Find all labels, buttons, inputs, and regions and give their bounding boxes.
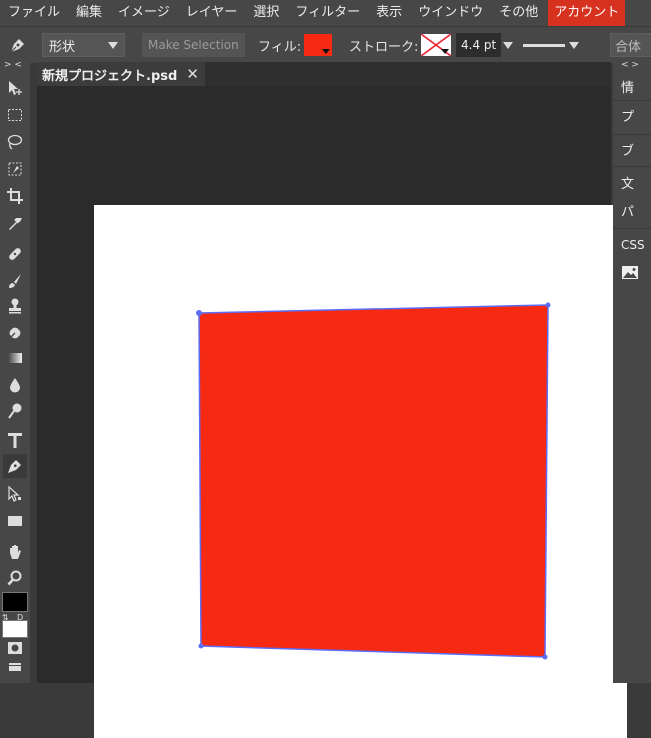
zoom-tool-icon[interactable] bbox=[3, 566, 27, 590]
canvas-workspace[interactable] bbox=[37, 86, 627, 738]
divider bbox=[613, 166, 651, 167]
combine-value: 合体 bbox=[615, 39, 642, 55]
menu-file[interactable]: ファイル bbox=[0, 0, 68, 26]
clone-stamp-tool-icon[interactable] bbox=[3, 294, 27, 318]
foreground-color-swatch[interactable] bbox=[2, 592, 28, 612]
image-icon[interactable] bbox=[613, 260, 651, 284]
screen-mode-icon[interactable] bbox=[3, 660, 27, 674]
gradient-tool-icon[interactable] bbox=[3, 346, 27, 370]
shape-mode-select[interactable]: 形状 bbox=[42, 33, 125, 57]
stroke-label: ストローク: bbox=[349, 39, 419, 55]
marquee-tool-icon[interactable] bbox=[3, 103, 27, 127]
rectangle-tool-icon[interactable] bbox=[3, 509, 27, 533]
blur-tool-icon[interactable] bbox=[3, 373, 27, 397]
background-color-fill bbox=[3, 621, 27, 637]
panel-paragraph[interactable]: パ bbox=[613, 198, 651, 222]
chevron-down-icon bbox=[108, 38, 118, 53]
stroke-width-dropdown[interactable] bbox=[503, 27, 513, 63]
healing-tool-icon[interactable] bbox=[3, 242, 27, 266]
dropdown-arrow-icon bbox=[441, 49, 449, 54]
menu-select[interactable]: 選択 bbox=[245, 0, 287, 26]
stroke-style-select[interactable] bbox=[523, 27, 579, 63]
document-canvas[interactable] bbox=[94, 205, 627, 738]
chevron-down-icon bbox=[503, 41, 513, 49]
menu-filter[interactable]: フィルター bbox=[287, 0, 368, 26]
document-tabs: 新規プロジェクト.psd ✕ bbox=[37, 62, 611, 86]
move-tool-icon[interactable] bbox=[3, 76, 27, 100]
panel-character[interactable]: 文 bbox=[613, 170, 651, 194]
menu-bar: ファイル 編集 イメージ レイヤー 選択 フィルター 表示 ウインドウ その他 … bbox=[0, 0, 651, 26]
line-style-icon bbox=[523, 43, 565, 47]
lasso-tool-icon[interactable] bbox=[3, 130, 27, 154]
shape-layer[interactable] bbox=[94, 205, 627, 738]
shape-mode-value: 形状 bbox=[49, 39, 76, 55]
make-selection-button[interactable]: Make Selection bbox=[142, 33, 245, 57]
tab-document[interactable]: 新規プロジェクト.psd ✕ bbox=[37, 62, 205, 86]
combine-select[interactable]: 合体 bbox=[610, 33, 651, 57]
chevron-down-icon bbox=[569, 41, 579, 49]
menu-edit[interactable]: 編集 bbox=[68, 0, 110, 26]
panel-properties[interactable]: プ bbox=[613, 103, 651, 127]
stroke-color-swatch[interactable] bbox=[421, 34, 451, 56]
pen-tool-icon[interactable] bbox=[3, 454, 27, 478]
close-tab-icon[interactable]: ✕ bbox=[186, 65, 199, 83]
collapse-toolbar-button[interactable]: > < bbox=[4, 60, 22, 70]
menu-layer[interactable]: レイヤー bbox=[178, 0, 246, 26]
anchor-point-top-right[interactable] bbox=[545, 302, 551, 308]
dropdown-arrow-icon bbox=[322, 49, 330, 54]
brush-tool-icon[interactable] bbox=[3, 269, 27, 293]
menu-window[interactable]: ウインドウ bbox=[410, 0, 491, 26]
anchor-point-top-left[interactable] bbox=[196, 310, 202, 316]
menu-image[interactable]: イメージ bbox=[110, 0, 178, 26]
panel-info[interactable]: 情 bbox=[613, 74, 651, 98]
fill-color-swatch[interactable] bbox=[304, 34, 332, 56]
hand-tool-icon[interactable] bbox=[3, 540, 27, 564]
dodge-tool-icon[interactable] bbox=[3, 399, 27, 423]
quick-select-tool-icon[interactable] bbox=[3, 157, 27, 181]
panel-css[interactable]: CSS bbox=[613, 233, 651, 257]
fill-label: フィル: bbox=[258, 39, 302, 55]
crop-tool-icon[interactable] bbox=[3, 184, 27, 208]
red-quad-shape[interactable] bbox=[198, 304, 549, 658]
path-select-tool-icon[interactable] bbox=[3, 482, 27, 506]
anchor-point-bottom-left[interactable] bbox=[198, 643, 204, 649]
type-tool-icon[interactable] bbox=[3, 428, 27, 452]
tab-document-title: 新規プロジェクト.psd bbox=[42, 68, 178, 84]
collapse-right-panel-button[interactable]: < > bbox=[621, 60, 639, 70]
menu-account[interactable]: アカウント bbox=[548, 0, 626, 26]
quick-mask-icon[interactable] bbox=[3, 640, 27, 656]
foreground-color-fill bbox=[3, 593, 27, 611]
divider bbox=[613, 228, 651, 229]
divider bbox=[613, 100, 651, 101]
eraser-tool-icon[interactable] bbox=[3, 321, 27, 345]
menu-more[interactable]: その他 bbox=[491, 0, 546, 26]
tools-panel: > < ⇅ D bbox=[0, 60, 30, 683]
right-panel: < > 情 プ ブ 文 パ CSS bbox=[613, 60, 651, 683]
anchor-point-bottom-right[interactable] bbox=[542, 654, 548, 660]
menu-view[interactable]: 表示 bbox=[368, 0, 410, 26]
background-color-swatch[interactable] bbox=[2, 620, 28, 638]
stroke-width-input[interactable]: 4.4 pt bbox=[456, 33, 502, 57]
pen-icon[interactable] bbox=[8, 27, 28, 63]
divider bbox=[613, 134, 651, 135]
options-bar: 形状 Make Selection フィル: ストローク: 4.4 pt 合体 bbox=[0, 26, 651, 63]
panel-brush[interactable]: ブ bbox=[613, 137, 651, 161]
eyedropper-tool-icon[interactable] bbox=[3, 211, 27, 235]
